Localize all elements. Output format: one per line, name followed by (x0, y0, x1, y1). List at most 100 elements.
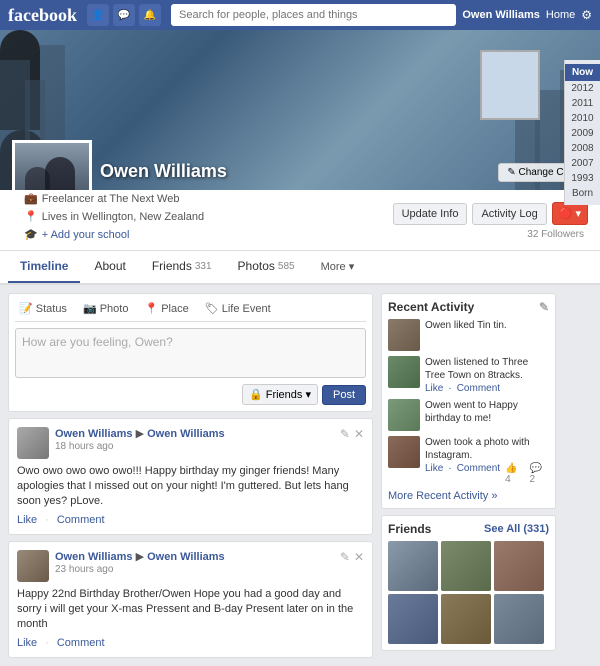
more-recent-activity-link[interactable]: More Recent Activity » (388, 490, 549, 502)
post-recipient[interactable]: Owen Williams (147, 428, 225, 440)
friends-nav-button[interactable]: 👤 (87, 4, 109, 26)
activity-item: Owen took a photo with Instagram. Like ·… (388, 436, 549, 485)
recent-activity-edit-icon[interactable]: ✎ (539, 300, 549, 314)
tab-friends[interactable]: Friends 331 (140, 251, 224, 283)
post-button[interactable]: Post (322, 385, 366, 405)
status-tab-place[interactable]: 📍 Place (140, 300, 192, 317)
home-nav-link[interactable]: Home (546, 9, 575, 21)
post-avatar (17, 427, 49, 459)
post-time: 18 hours ago (55, 441, 334, 452)
status-tab-life-event[interactable]: 🏷 Life Event (201, 300, 275, 317)
edit-icon[interactable]: ✎ (340, 550, 350, 564)
nav-user-name: Owen Williams (462, 9, 540, 21)
activity-actions: Like · Comment (425, 383, 549, 394)
post-meta: Owen Williams ▶ Owen Williams 18 hours a… (55, 427, 334, 452)
privacy-dropdown-button[interactable]: 🔴 ▾ (552, 202, 588, 225)
profile-school[interactable]: 🎓 + Add your school (24, 226, 204, 244)
messages-nav-button[interactable]: 💬 (113, 4, 135, 26)
post-meta: Owen Williams ▶ Owen Williams 23 hours a… (55, 550, 334, 575)
friends-box: Friends See All (331) (381, 515, 556, 651)
like-link[interactable]: Like (17, 514, 37, 526)
activity-content: Owen listened to Three Tree Town on 8tra… (425, 356, 549, 394)
post-recipient[interactable]: Owen Williams (147, 551, 225, 563)
post-names: Owen Williams ▶ Owen Williams (55, 550, 334, 564)
post-footer: Like · Comment (17, 514, 364, 526)
audience-dropdown[interactable]: 🔒 Friends ▾ (242, 384, 318, 405)
status-actions: 🔒 Friends ▾ Post (15, 384, 366, 405)
year-2010[interactable]: 2010 (565, 111, 600, 126)
profile-tab-nav: Timeline About Friends 331 Photos 585 Mo… (0, 251, 600, 284)
tab-timeline[interactable]: Timeline (8, 251, 80, 283)
notifications-nav-button[interactable]: 🔔 (139, 4, 161, 26)
post-sender[interactable]: Owen Williams (55, 428, 133, 440)
friend-thumb[interactable] (441, 541, 491, 591)
search-input[interactable] (171, 4, 456, 26)
activity-text: Owen liked Tin tin. (425, 319, 549, 332)
post-avatar (17, 550, 49, 582)
friend-thumb[interactable] (441, 594, 491, 644)
friend-thumb[interactable] (388, 594, 438, 644)
location-icon: 📍 (24, 208, 38, 226)
profile-picture[interactable] (12, 140, 92, 190)
year-2008[interactable]: 2008 (565, 141, 600, 156)
friend-thumb[interactable] (494, 541, 544, 591)
delete-icon[interactable]: ✕ (354, 550, 364, 564)
like-link[interactable]: Like (17, 637, 37, 649)
activity-like-link[interactable]: Like (425, 383, 443, 394)
activity-like-link[interactable]: Like (425, 463, 443, 485)
facebook-logo: facebook (8, 5, 77, 26)
cover-photo: Owen Williams ✎ Change Cover (0, 30, 600, 190)
post-time: 23 hours ago (55, 564, 334, 575)
year-bar: Now 2012 2011 2010 2009 2008 2007 1993 B… (564, 60, 600, 205)
year-2011[interactable]: 2011 (565, 96, 600, 111)
profile-location: 📍 Lives in Wellington, New Zealand (24, 208, 204, 226)
school-icon: 🎓 (24, 226, 38, 244)
comment-link[interactable]: Comment (57, 514, 105, 526)
year-2009[interactable]: 2009 (565, 126, 600, 141)
post-footer: Like · Comment (17, 637, 364, 649)
activity-thumb (388, 436, 420, 468)
right-nav-area: Owen Williams Home ⚙ (462, 8, 592, 22)
friends-box-header: Friends See All (331) (388, 522, 549, 536)
friend-thumb[interactable] (494, 594, 544, 644)
profile-action-area: Update Info Activity Log 🔴 ▾ 32 Follower… (393, 202, 588, 244)
update-info-button[interactable]: Update Info (393, 203, 468, 225)
profile-info-bar: 💼 Freelancer at The Next Web 📍 Lives in … (0, 190, 600, 251)
tab-photos[interactable]: Photos 585 (226, 251, 307, 283)
delete-icon[interactable]: ✕ (354, 427, 364, 441)
post-body: Happy 22nd Birthday Brother/Owen Hope yo… (17, 587, 364, 632)
activity-content-4: Owen took a photo with Instagram. Like ·… (425, 436, 549, 485)
comment-link[interactable]: Comment (57, 637, 105, 649)
status-update-box: 📝 Status 📷 Photo 📍 Place 🏷 Life Event Ho… (8, 293, 373, 412)
recent-activity-title: Recent Activity (388, 300, 474, 314)
left-column: 📝 Status 📷 Photo 📍 Place 🏷 Life Event Ho… (8, 293, 373, 658)
recent-activity-box: Recent Activity ✎ Owen liked Tin tin. Ow… (381, 293, 556, 509)
activity-comment-link[interactable]: Comment (457, 383, 500, 394)
friend-thumb[interactable] (388, 541, 438, 591)
settings-icon[interactable]: ⚙ (581, 8, 592, 22)
edit-icon[interactable]: ✎ (340, 427, 350, 441)
year-now[interactable]: Now (565, 64, 600, 81)
activity-log-button[interactable]: Activity Log (472, 203, 546, 225)
year-2007[interactable]: 2007 (565, 156, 600, 171)
friends-title: Friends (388, 522, 431, 536)
activity-comment-link[interactable]: Comment (457, 463, 500, 485)
recent-activity-header: Recent Activity ✎ (388, 300, 549, 314)
profile-actions: Update Info Activity Log 🔴 ▾ (393, 202, 588, 225)
status-input[interactable]: How are you feeling, Owen? (15, 328, 366, 378)
year-2012[interactable]: 2012 (565, 81, 600, 96)
followers-count: 32 Followers (527, 229, 588, 244)
year-born[interactable]: Born (565, 186, 600, 201)
post-sender[interactable]: Owen Williams (55, 551, 133, 563)
post-edit-icons: ✎ ✕ (340, 550, 364, 564)
post-body: Owo owo owo owo owo!!! Happy birthday my… (17, 464, 364, 509)
status-tab-status[interactable]: 📝 Status (15, 300, 71, 317)
year-1993[interactable]: 1993 (565, 171, 600, 186)
top-navigation: facebook 👤 💬 🔔 Owen Williams Home ⚙ (0, 0, 600, 30)
billboard (480, 50, 540, 120)
tab-about[interactable]: About (82, 251, 137, 283)
activity-thumb (388, 319, 420, 351)
status-tab-photo[interactable]: 📷 Photo (79, 300, 133, 317)
tab-more[interactable]: More ▾ (309, 252, 367, 283)
friends-see-all-link[interactable]: See All (331) (484, 523, 549, 535)
